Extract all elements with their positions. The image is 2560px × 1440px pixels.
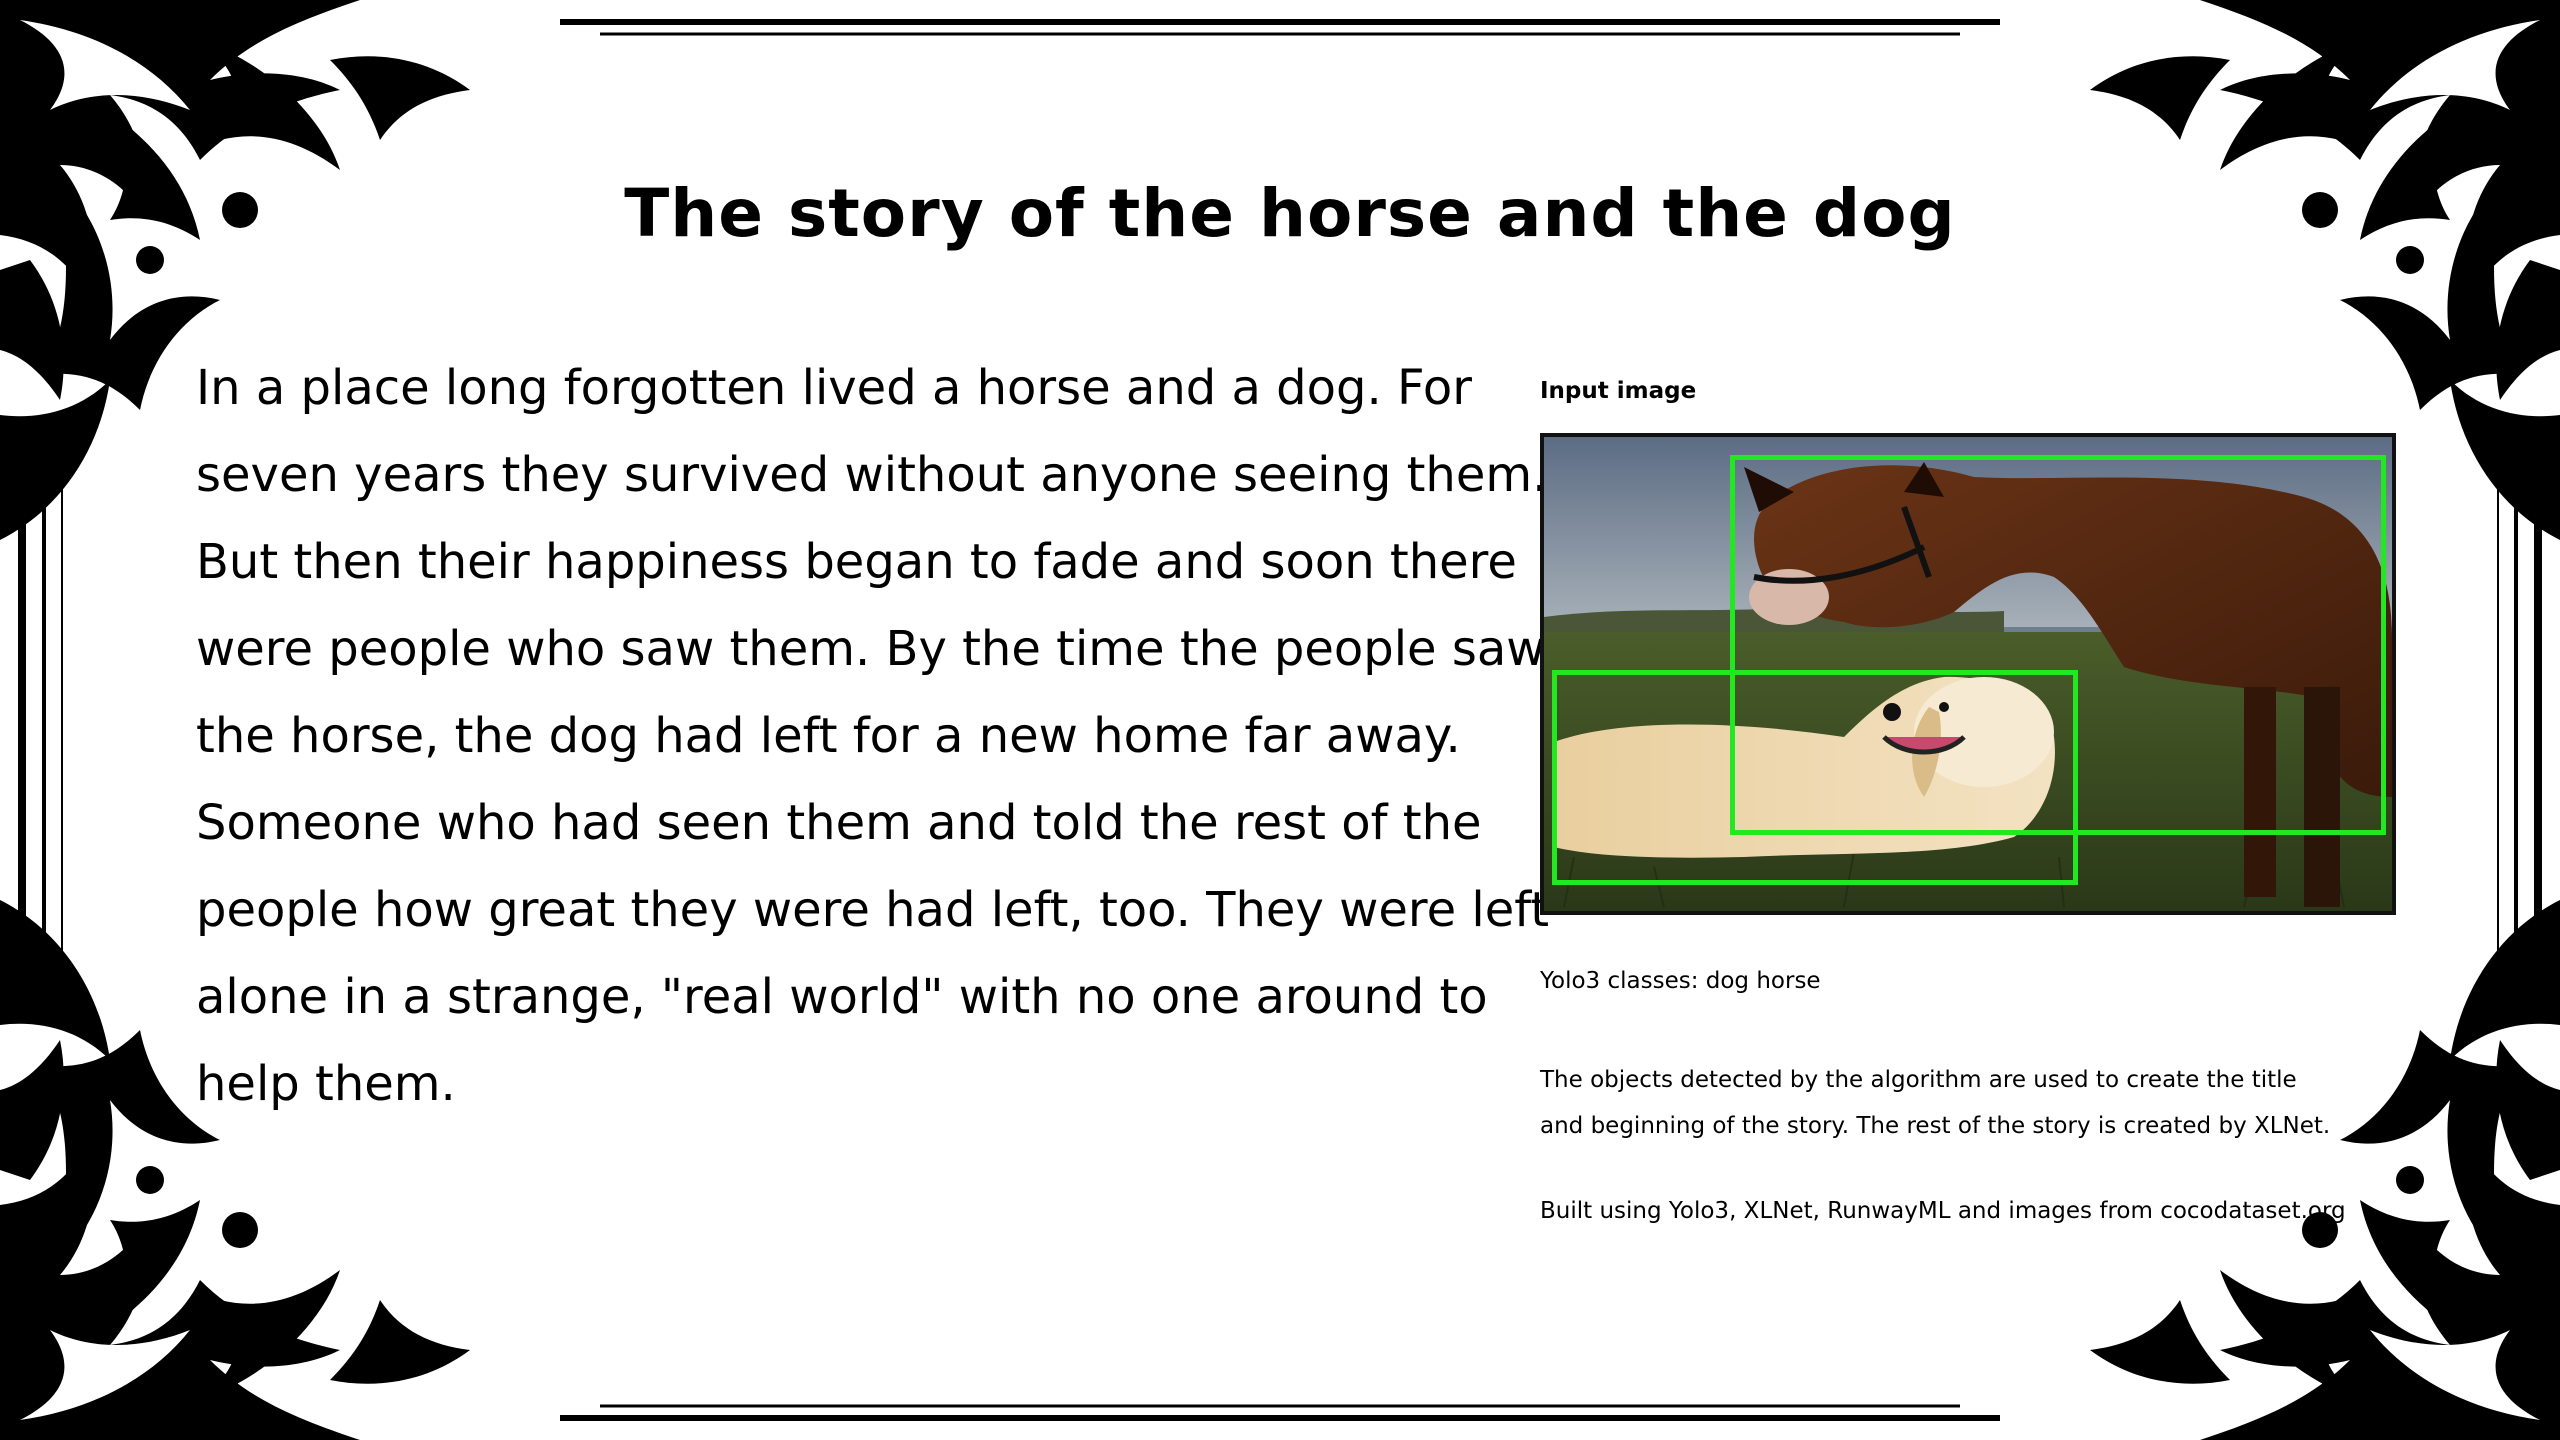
yolo-classes-text: Yolo3 classes: dog horse (1540, 968, 1821, 994)
story-line: the horse, the dog had left for a new ho… (196, 708, 1461, 764)
algorithm-description: The objects detected by the algorithm ar… (1540, 1057, 2440, 1149)
description-line: and beginning of the story. The rest of … (1540, 1113, 2331, 1139)
story-line: help them. (196, 1056, 456, 1112)
input-image-label: Input image (1540, 378, 1697, 404)
story-page: The story of the horse and the dog In a … (0, 0, 2560, 1440)
dog-bounding-box (1552, 670, 2078, 885)
story-line: alone in a strange, "real world" with no… (196, 969, 1488, 1025)
story-line: Someone who had seen them and told the r… (196, 795, 1482, 851)
story-line: In a place long forgotten lived a horse … (196, 360, 1472, 416)
story-line: But then their happiness began to fade a… (196, 534, 1517, 590)
story-line: people how great they were had left, too… (196, 882, 1550, 938)
story-title: The story of the horse and the dog (624, 175, 1956, 252)
input-image (1540, 433, 2396, 915)
credits-text: Built using Yolo3, XLNet, RunwayML and i… (1540, 1198, 2346, 1224)
description-line: The objects detected by the algorithm ar… (1540, 1067, 2297, 1093)
story-line: seven years they survived without anyone… (196, 447, 1548, 503)
story-text: In a place long forgotten lived a horse … (196, 345, 1550, 1128)
story-line: were people who saw them. By the time th… (196, 621, 1546, 677)
